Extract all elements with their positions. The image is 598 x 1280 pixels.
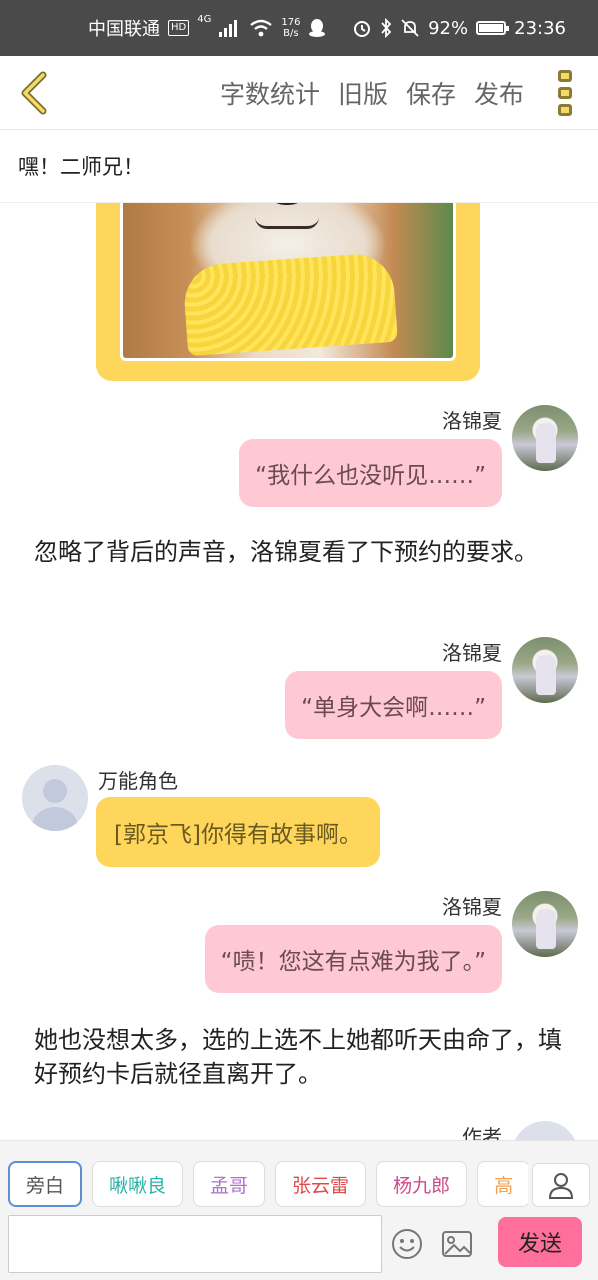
narration-text[interactable]: 忽略了背后的声音，洛锦夏看了下预约的要求。 xyxy=(34,535,564,569)
word-count-button[interactable]: 字数统计 xyxy=(220,75,320,111)
network-type: 4G xyxy=(197,14,212,25)
role-chip-label: 杨九郎 xyxy=(393,1174,451,1197)
role-chip-label: 啾啾良 xyxy=(109,1174,167,1197)
message-bubble[interactable]: “啧！您这有点难为我了。” xyxy=(204,925,502,993)
speaker-name: 作者 xyxy=(462,1125,502,1140)
hd-icon: HD xyxy=(168,20,190,36)
role-chip[interactable]: 孟哥 xyxy=(193,1161,266,1207)
message-bubble[interactable]: “单身大会啊……” xyxy=(285,671,502,739)
battery-percent: 92% xyxy=(428,17,469,39)
battery-fill xyxy=(479,24,504,32)
wifi-icon xyxy=(250,19,273,37)
speaker-name: 洛锦夏 xyxy=(442,409,502,433)
avatar-head xyxy=(43,779,67,803)
qq-icon xyxy=(309,19,326,37)
message-input[interactable] xyxy=(8,1215,382,1273)
message-bubble[interactable]: “我什么也没听见……” xyxy=(239,439,502,507)
net-speed-unit: B/s xyxy=(283,28,299,39)
toolbar-actions: 字数统计 旧版 保存 发布 xyxy=(220,56,524,130)
back-button[interactable] xyxy=(14,70,54,116)
role-selector: 旁白 啾啾良 孟哥 张云雷 杨九郎 高 xyxy=(8,1161,528,1209)
more-dot xyxy=(558,70,572,82)
emoji-icon[interactable] xyxy=(390,1227,424,1261)
speaker-name: 万能角色 xyxy=(98,769,178,793)
role-chip-label: 旁白 xyxy=(26,1174,65,1197)
bluetooth-icon xyxy=(381,18,392,38)
dog-mouth xyxy=(255,217,319,229)
avatar[interactable] xyxy=(512,1121,578,1140)
status-left: 中国联通 HD 4G 176 B/s xyxy=(88,0,326,56)
alarm-icon xyxy=(354,21,371,37)
signal-icon xyxy=(219,20,238,37)
role-chip[interactable]: 啾啾良 xyxy=(92,1161,184,1207)
dog-photo xyxy=(120,203,456,361)
avatar-body xyxy=(32,807,78,831)
image-message[interactable] xyxy=(96,203,480,381)
avatar[interactable] xyxy=(512,891,578,957)
composer: 旁白 啾啾良 孟哥 张云雷 杨九郎 高 发送 xyxy=(0,1140,598,1280)
more-dot xyxy=(558,104,572,116)
status-right: 92% 23:36 xyxy=(352,0,566,56)
role-chip-label: 孟哥 xyxy=(210,1174,249,1197)
role-chip-narrator[interactable]: 旁白 xyxy=(8,1161,83,1207)
role-chip-label: 高 xyxy=(494,1174,514,1197)
send-button[interactable]: 发送 xyxy=(498,1217,582,1267)
save-button[interactable]: 保存 xyxy=(406,75,456,111)
back-chevron-icon xyxy=(21,71,47,115)
avatar-figure xyxy=(536,423,556,463)
speaker-name: 洛锦夏 xyxy=(442,895,502,919)
story-title[interactable]: 嘿！二师兄！ xyxy=(0,130,598,203)
role-chip[interactable]: 高 xyxy=(477,1161,528,1207)
role-chip[interactable]: 杨九郎 xyxy=(376,1161,468,1207)
avatar-figure xyxy=(536,909,556,949)
battery-icon xyxy=(476,21,510,35)
publish-button[interactable]: 发布 xyxy=(474,75,524,111)
more-vertical-icon[interactable] xyxy=(556,70,574,116)
avatar[interactable] xyxy=(512,637,578,703)
role-chip[interactable]: 张云雷 xyxy=(275,1161,367,1207)
role-chip-label: 张云雷 xyxy=(292,1174,350,1197)
image-icon[interactable] xyxy=(440,1227,474,1261)
person-icon xyxy=(548,1173,574,1199)
carrier-label: 中国联通 xyxy=(88,19,160,40)
role-manage-button[interactable] xyxy=(532,1163,590,1207)
old-version-button[interactable]: 旧版 xyxy=(338,75,388,111)
avatar[interactable] xyxy=(512,405,578,471)
status-bar: 中国联通 HD 4G 176 B/s 92% 23:36 xyxy=(0,0,598,56)
more-dot xyxy=(558,87,572,99)
narration-text[interactable]: 她也没想太多，选的上选不上她都听天由命了，填好预约卡后就径直离开了。 xyxy=(34,1023,564,1091)
message-bubble[interactable]: [郭京飞]你得有故事啊。 xyxy=(96,797,380,867)
dog-scarf xyxy=(182,251,398,357)
dog-nose xyxy=(265,203,309,205)
avatar[interactable] xyxy=(22,765,88,831)
net-speed: 176 B/s xyxy=(281,17,300,39)
clock: 23:36 xyxy=(514,17,566,39)
mute-icon xyxy=(401,19,419,37)
story-title-text: 嘿！二师兄！ xyxy=(18,155,144,179)
avatar-figure xyxy=(536,655,556,695)
speaker-name: 洛锦夏 xyxy=(442,641,502,665)
chat-content[interactable]: 洛锦夏 “我什么也没听见……” 忽略了背后的声音，洛锦夏看了下预约的要求。 洛锦… xyxy=(0,203,598,1140)
net-speed-value: 176 xyxy=(281,17,301,28)
top-toolbar: 字数统计 旧版 保存 发布 xyxy=(0,56,598,130)
